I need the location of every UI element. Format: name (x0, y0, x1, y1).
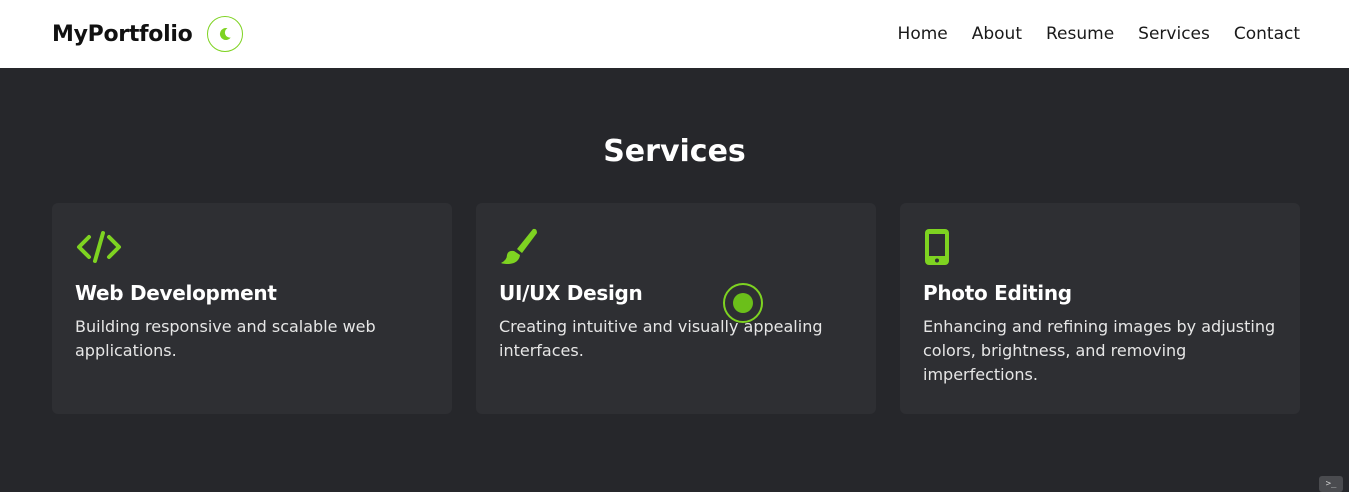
card-title: Web Development (75, 281, 277, 305)
nav-link-home[interactable]: Home (898, 24, 948, 44)
custom-cursor (723, 283, 763, 323)
service-card-photo-editing: Photo Editing Enhancing and refining ima… (900, 203, 1300, 414)
card-title: Photo Editing (923, 281, 1072, 305)
nav-links: Home About Resume Services Contact (898, 24, 1300, 44)
theme-toggle-button[interactable] (207, 16, 244, 52)
service-card-web-development: Web Development Building responsive and … (52, 203, 452, 414)
navbar: MyPortfolio Home About Resume Services C… (0, 0, 1349, 68)
mobile-icon (923, 227, 1277, 267)
devtools-icon[interactable]: >_ (1319, 476, 1343, 492)
moon-icon (220, 27, 232, 40)
paintbrush-icon (499, 227, 853, 267)
brand-logo[interactable]: MyPortfolio (52, 22, 193, 47)
services-section: Services Web Development Building respon… (0, 68, 1349, 491)
section-title: Services (603, 134, 746, 169)
nav-link-services[interactable]: Services (1138, 24, 1210, 44)
nav-link-contact[interactable]: Contact (1234, 24, 1300, 44)
card-title: UI/UX Design (499, 281, 643, 305)
card-description: Building responsive and scalable web app… (75, 317, 376, 360)
code-icon (75, 227, 429, 267)
card-description: Enhancing and refining images by adjusti… (923, 317, 1276, 384)
nav-link-about[interactable]: About (972, 24, 1022, 44)
service-card-ui-ux-design: UI/UX Design Creating intuitive and visu… (476, 203, 876, 414)
card-description: Creating intuitive and visually appealin… (499, 317, 823, 360)
cursor-dot (733, 293, 753, 313)
nav-link-resume[interactable]: Resume (1046, 24, 1114, 44)
